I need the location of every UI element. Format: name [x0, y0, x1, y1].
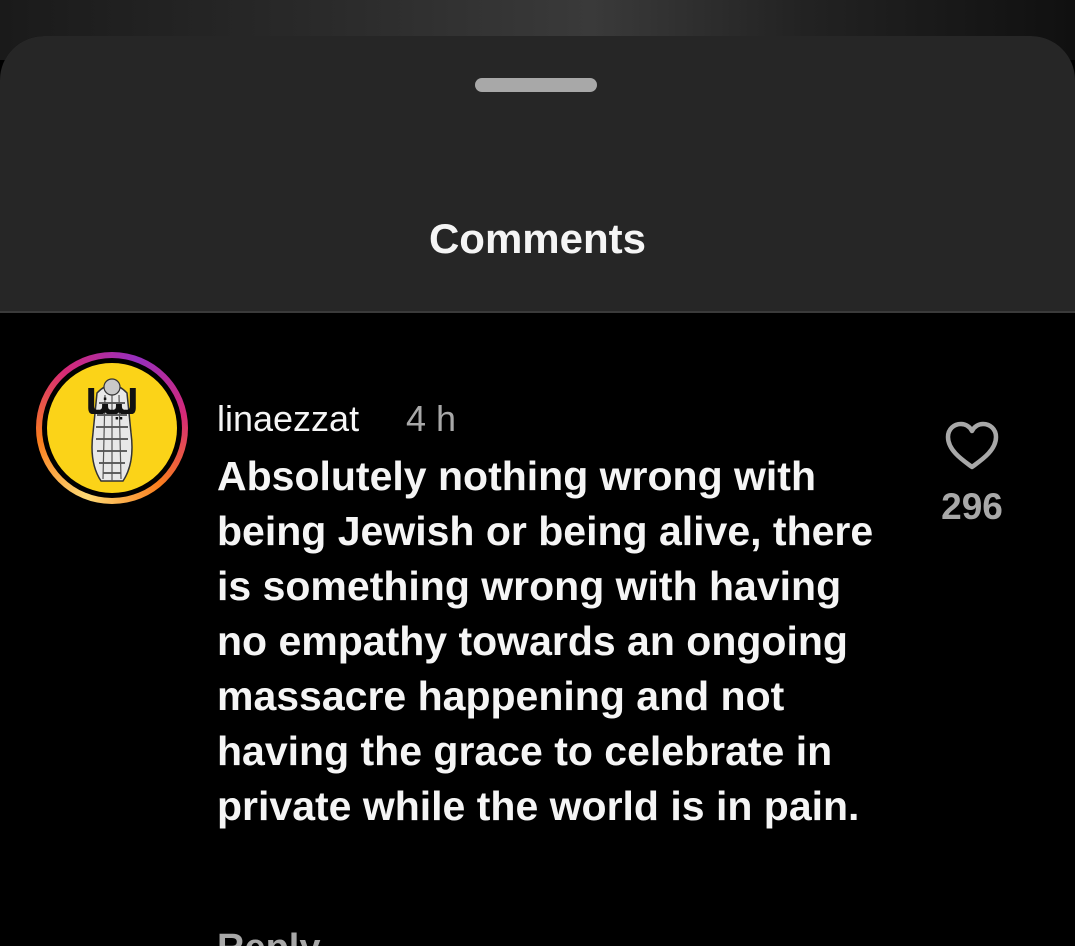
comment-timestamp: 4 h [406, 398, 457, 439]
reply-button[interactable]: Reply [217, 925, 320, 946]
heart-outline-icon[interactable] [944, 421, 1000, 471]
comment-username[interactable]: linaezzat [217, 397, 359, 441]
avatar-text: لينا [85, 383, 139, 423]
sheet-title: Comments [428, 215, 647, 262]
drag-handle[interactable] [475, 78, 597, 92]
avatar[interactable]: لينا [47, 363, 177, 493]
comments-screen: Comments لينا linaezzat 4 h Absolutely n… [0, 0, 1075, 946]
sheet-header: Comments [0, 36, 1075, 313]
comment-text: Absolutely nothing wrong with being Jewi… [217, 453, 874, 829]
comment-item: لينا linaezzat 4 h Absolutely nothing wr… [0, 313, 1075, 946]
comments-bottom-sheet: Comments لينا linaezzat 4 h Absolutely n… [0, 36, 1075, 946]
like-count: 296 [941, 486, 1003, 527]
story-ring[interactable]: لينا [36, 352, 188, 504]
